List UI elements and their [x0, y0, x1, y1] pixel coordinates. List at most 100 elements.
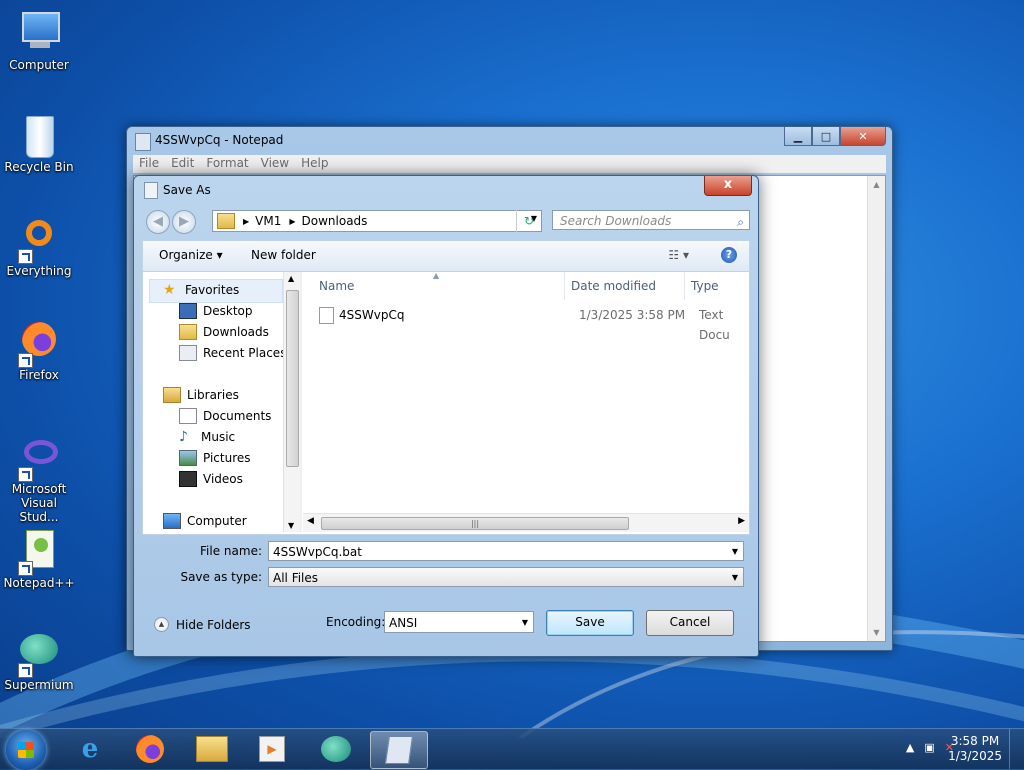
menu-view[interactable]: View [255, 155, 295, 173]
menu-edit[interactable]: Edit [165, 155, 200, 173]
menu-file[interactable]: File [133, 155, 165, 173]
nav-libraries[interactable]: Libraries [163, 385, 239, 405]
column-header-date[interactable]: Date modified [565, 272, 685, 300]
column-header-type[interactable]: Type [685, 272, 765, 300]
maximize-button[interactable]: □ [812, 127, 840, 146]
desktop-icon-notepad-plus-plus[interactable]: Notepad++ [2, 528, 76, 590]
dialog-icon [144, 182, 158, 199]
clock[interactable]: 3:58 PM 1/3/2025 [948, 734, 1002, 764]
search-icon: ⌕ [737, 215, 744, 229]
internet-explorer-icon: e [81, 734, 99, 764]
hide-folders-button[interactable]: ▲ Hide Folders [154, 617, 251, 632]
nav-label: Downloads [203, 325, 269, 339]
scroll-left-icon[interactable]: ◀ [307, 516, 314, 526]
computer-icon [16, 10, 62, 56]
file-row[interactable]: 4SSWvpCq 1/3/2025 3:58 PM Text Docu [319, 305, 749, 342]
scroll-up-icon[interactable]: ▲ [288, 274, 294, 283]
firefox-icon [16, 320, 62, 368]
taskbar-firefox[interactable] [122, 731, 178, 767]
breadcrumb-arrow-icon: ▶ [243, 216, 250, 226]
menu-help[interactable]: Help [295, 155, 334, 173]
close-button[interactable]: ✕ [840, 127, 886, 146]
view-options-icon[interactable]: ☷ ▾ [668, 248, 689, 262]
save-as-type-select[interactable]: All Files ▼ [268, 567, 744, 587]
network-icon[interactable]: ▣ [924, 741, 934, 754]
dropdown-arrow-icon[interactable]: ▼ [522, 612, 528, 634]
nav-computer[interactable]: Computer [163, 511, 247, 531]
desktop-icon-computer[interactable]: Computer [2, 10, 76, 72]
nav-scrollbar[interactable]: ▲ ▼ [283, 272, 300, 532]
forward-button[interactable]: ▶ [172, 210, 196, 234]
shortcut-arrow-icon [18, 249, 33, 264]
refresh-button[interactable]: ↻ [516, 210, 541, 232]
nav-favorites[interactable]: ★ Favorites [163, 280, 239, 300]
minimize-button[interactable]: ▁ [784, 127, 812, 146]
breadcrumb-downloads[interactable]: Downloads [302, 214, 368, 228]
nav-desktop[interactable]: Desktop [179, 301, 253, 321]
show-desktop-button[interactable] [1009, 729, 1024, 769]
save-button[interactable]: Save [546, 610, 634, 636]
desktop-icon-visual-studio[interactable]: Microsoft Visual Stud... [2, 434, 76, 524]
nav-label: Videos [203, 472, 243, 486]
dropdown-arrow-icon[interactable]: ▼ [732, 568, 738, 588]
taskbar-internet-explorer[interactable]: e [62, 731, 118, 767]
column-header-name[interactable]: Name ▲ [303, 271, 565, 300]
start-button[interactable] [6, 730, 46, 770]
desktop-icon-supermium[interactable]: Supermium [2, 630, 76, 692]
scroll-thumb[interactable] [286, 290, 299, 467]
star-icon: ★ [163, 282, 176, 298]
browser-pane: ★ Favorites Desktop Downloads Recent Pla… [142, 271, 750, 535]
command-toolbar: Organize ▾ New folder ☷ ▾ ? [142, 240, 750, 272]
search-input[interactable]: Search Downloads ⌕ [552, 210, 750, 230]
scroll-right-icon[interactable]: ▶ [738, 516, 745, 526]
window-controls: ▁ □ ✕ [784, 127, 886, 146]
nav-recent-places[interactable]: Recent Places [179, 343, 286, 363]
nav-label: Pictures [203, 451, 251, 465]
nav-videos[interactable]: Videos [179, 469, 243, 489]
nav-label: Music [201, 430, 236, 444]
scroll-up-icon[interactable]: ▲ [868, 176, 885, 193]
pane-divider[interactable] [300, 272, 302, 532]
show-hidden-icons-icon[interactable]: ▲ [906, 741, 914, 754]
back-button[interactable]: ◀ [146, 210, 170, 234]
nav-downloads[interactable]: Downloads [179, 322, 269, 342]
encoding-label: Encoding: [326, 615, 386, 629]
folder-icon [217, 213, 235, 229]
file-date: 1/3/2025 3:58 PM [579, 308, 686, 322]
dropdown-arrow-icon[interactable]: ▼ [732, 542, 738, 562]
taskbar-supermium[interactable] [308, 731, 364, 767]
dialog-footer: ▲ Hide Folders Encoding: ANSI ▼ Save Can… [142, 601, 750, 643]
desktop-icon-label: Supermium [4, 678, 74, 692]
vertical-scrollbar[interactable]: ▲ ▼ [867, 176, 885, 641]
taskbar-explorer[interactable] [184, 731, 240, 767]
file-name-value: 4SSWvpCq.bat [273, 545, 362, 559]
organize-button[interactable]: Organize ▾ [159, 248, 223, 262]
scroll-down-icon[interactable]: ▼ [288, 521, 294, 530]
documents-icon [179, 408, 197, 424]
nav-label: Desktop [203, 304, 253, 318]
firefox-icon [136, 735, 164, 763]
address-bar[interactable]: ▶ VM1 ▶ Downloads ▼ [212, 210, 542, 232]
desktop-icon-firefox[interactable]: Firefox [2, 320, 76, 382]
file-name-input[interactable]: 4SSWvpCq.bat ▼ [268, 541, 744, 561]
encoding-select[interactable]: ANSI ▼ [384, 611, 534, 633]
nav-music[interactable]: ♪ Music [179, 427, 235, 447]
desktop-icon-recycle-bin[interactable]: Recycle Bin [2, 112, 76, 174]
scroll-down-icon[interactable]: ▼ [868, 624, 885, 641]
taskbar-notepad[interactable] [370, 731, 428, 769]
shortcut-arrow-icon [18, 353, 33, 368]
dialog-close-button[interactable]: x [704, 176, 752, 196]
nav-documents[interactable]: Documents [179, 406, 271, 426]
breadcrumb-vm1[interactable]: VM1 [255, 214, 281, 228]
taskbar-media-player[interactable]: ▶ [244, 731, 300, 767]
scroll-thumb[interactable]: ||| [321, 517, 629, 530]
horizontal-scrollbar[interactable]: ◀ ||| ▶ [303, 513, 749, 532]
cancel-button[interactable]: Cancel [646, 610, 734, 636]
column-label: Date modified [571, 279, 657, 293]
menu-format[interactable]: Format [200, 155, 254, 173]
clock-time: 3:58 PM [950, 734, 1000, 748]
desktop-icon-everything[interactable]: Everything [2, 216, 76, 278]
help-icon[interactable]: ? [721, 247, 737, 263]
new-folder-button[interactable]: New folder [251, 248, 316, 262]
nav-pictures[interactable]: Pictures [179, 448, 251, 468]
